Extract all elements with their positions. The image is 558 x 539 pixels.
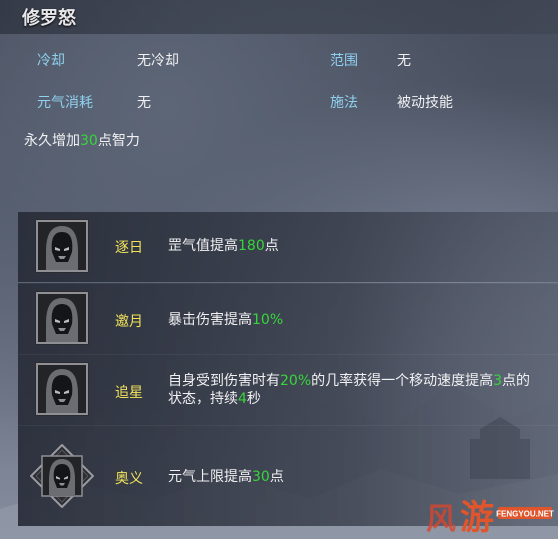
node-description: 自身受到伤害时有20%的几率获得一个移动速度提高3点的状态，持续4秒 [168,372,543,408]
cost-label: 元气消耗 [37,95,93,111]
skill-node-row[interactable]: 邀月 暴击伤害提高10% [18,283,558,354]
node-description: 罡气值提高180点 [168,237,543,255]
skill-node-row[interactable]: 追星 自身受到伤害时有20%的几率获得一个移动速度提高3点的状态，持续4秒 [18,354,558,425]
title-bar [0,0,558,34]
skill-title: 修罗怒 [22,8,76,29]
description-text: 点 [264,238,279,254]
node-name: 邀月 [115,314,143,330]
hooded-figure-icon [36,220,88,272]
cooldown-value: 无冷却 [137,53,179,69]
hooded-figure-icon [29,443,95,509]
node-description: 暴击伤害提高10% [168,311,543,329]
permanent-suffix: 点智力 [97,133,140,149]
cast-label: 施法 [330,95,358,111]
highlight-value: 10% [252,312,284,328]
site-logo: 风 游 FENGYOU.NET [426,498,554,537]
logo-prefix: 风 [426,502,456,537]
highlight-value: 180 [238,238,265,254]
highlight-value: 3 [493,373,503,389]
highlight-value: 4 [238,391,247,407]
hooded-figure-icon [36,292,88,344]
hooded-figure-icon [36,363,88,415]
permanent-prefix: 永久增加 [24,133,80,149]
highlight-value: 30 [252,469,270,485]
description-text: 的几率获得一个移动速度提高 [311,373,494,389]
description-text: 秒 [246,391,261,407]
description-text: 自身受到伤害时有 [168,373,280,389]
highlight-value: 20% [280,373,312,389]
range-value: 无 [397,53,411,69]
skill-node-row[interactable]: 逐日 罡气值提高180点 [18,212,558,282]
node-description: 元气上限提高30点 [168,468,543,486]
cost-value: 无 [137,95,151,111]
description-text: 点 [269,469,284,485]
description-text: 罡气值提高 [168,238,238,254]
logo-site: FENGYOU.NET [496,510,554,519]
node-name: 追星 [115,385,143,401]
node-name: 奥义 [115,471,143,487]
logo-main: 游 [460,498,494,537]
cooldown-label: 冷却 [37,53,65,69]
permanent-bonus: 永久增加30点智力 [24,130,140,150]
node-name: 逐日 [115,240,143,256]
cast-value: 被动技能 [397,95,453,111]
permanent-number: 30 [80,133,98,149]
description-text: 元气上限提高 [168,469,252,485]
range-label: 范围 [330,53,358,69]
description-text: 暴击伤害提高 [168,312,252,328]
